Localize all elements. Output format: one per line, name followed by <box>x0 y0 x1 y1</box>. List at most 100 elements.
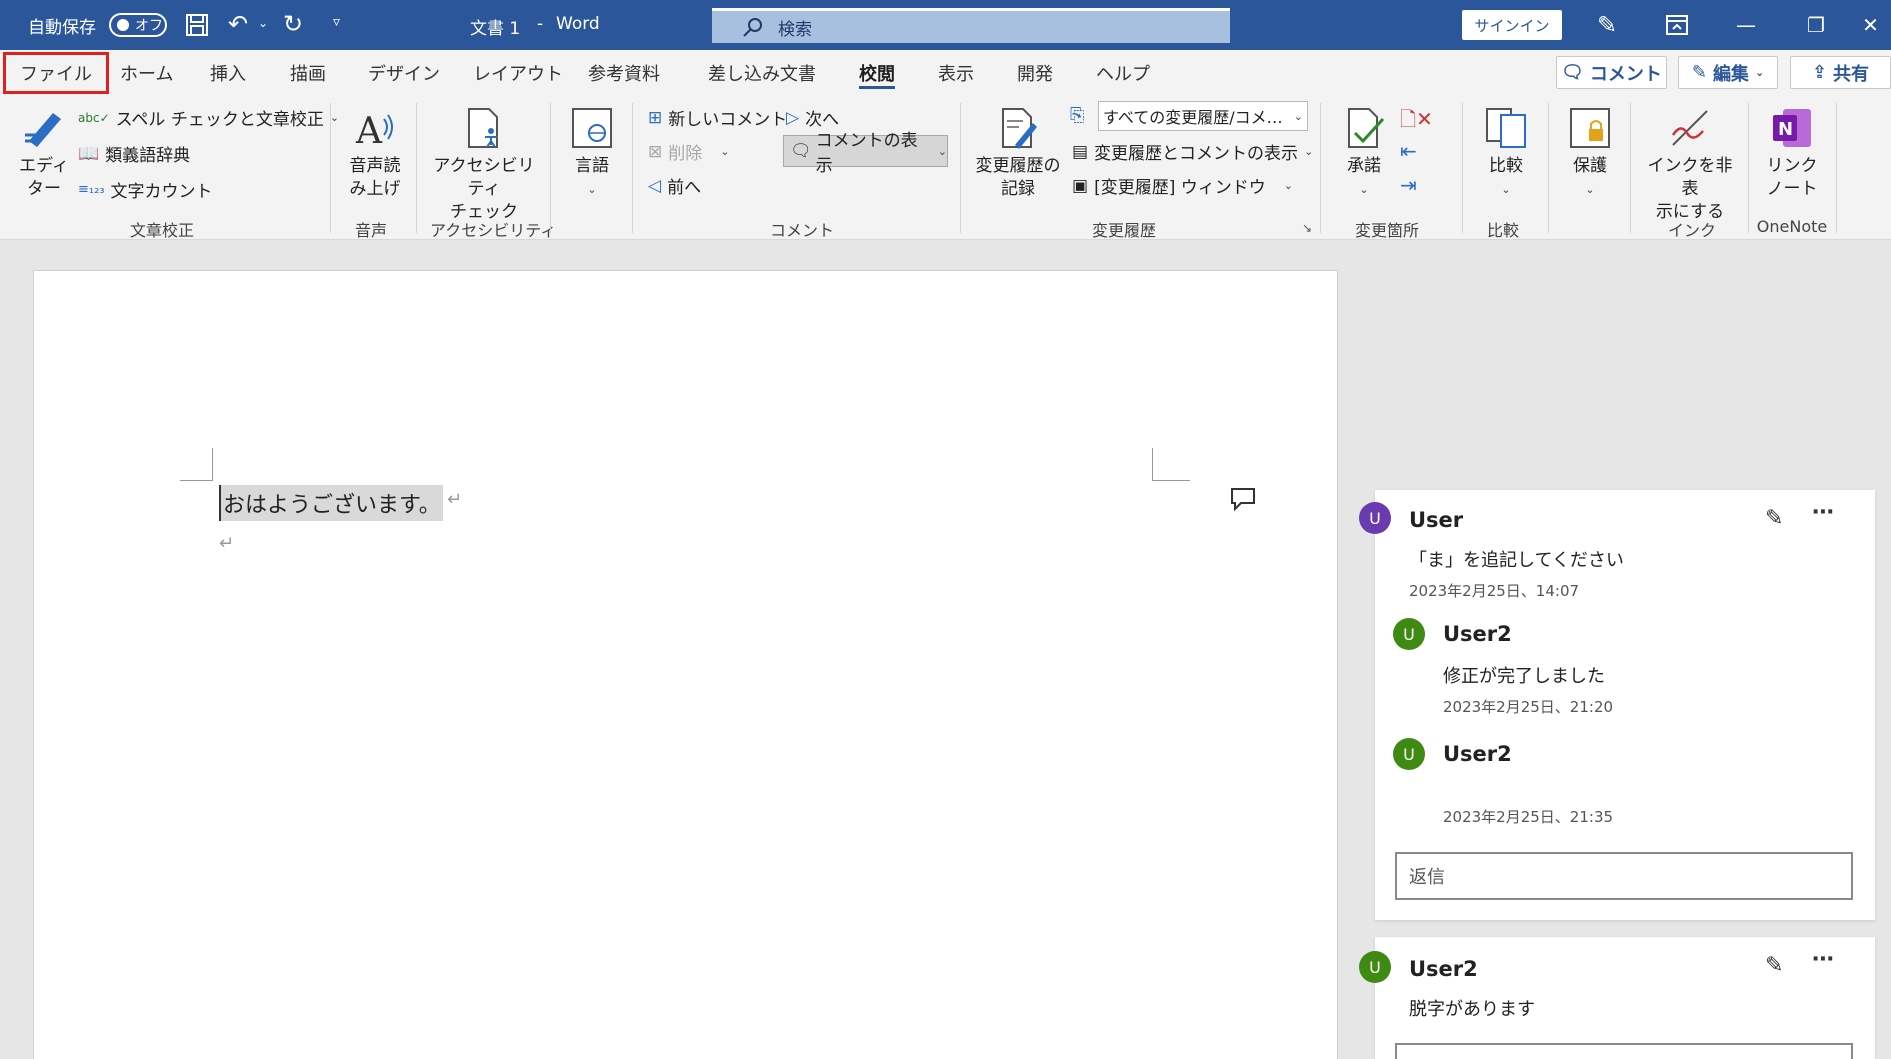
previous-comment-button[interactable]: ◁ 前へ <box>648 173 701 199</box>
tab-home[interactable]: ホーム <box>120 50 173 95</box>
reply-date: 2023年2月25日、21:35 <box>1443 808 1614 826</box>
save-icon[interactable] <box>185 13 209 37</box>
group-label-proofing: 文章校正 <box>130 221 195 240</box>
wordcount-button[interactable]: ≡₁₂₃ 文字カウント <box>78 177 213 202</box>
editing-mode-button[interactable]: ✎ 編集 ⌄ <box>1678 56 1778 89</box>
protect-button[interactable]: 保護 ⌄ <box>1558 105 1622 201</box>
group-separator <box>1320 103 1321 233</box>
compare-icon <box>1486 108 1526 148</box>
new-comment-icon: ⊞ <box>648 107 663 128</box>
tab-insert[interactable]: 挿入 <box>210 50 246 95</box>
signin-button[interactable]: サインイン <box>1462 10 1562 40</box>
chevron-down-icon: ⌄ <box>1304 145 1314 158</box>
tab-references[interactable]: 参考資料 <box>588 50 660 95</box>
group-separator <box>960 103 961 233</box>
search-box[interactable]: 検索 <box>712 8 1230 43</box>
edit-pencil-icon[interactable]: ✎ <box>1765 506 1783 531</box>
comments-button[interactable]: 🗨 コメント <box>1556 56 1667 89</box>
tab-developer[interactable]: 開発 <box>1017 50 1053 95</box>
dialog-launcher-icon[interactable]: ↘ <box>1302 221 1312 235</box>
delete-comment-label: 削除 <box>668 144 703 164</box>
compare-label: 比較 <box>1489 156 1523 176</box>
show-markup-label: 変更履歴とコメントの表示 <box>1094 144 1299 164</box>
tab-help[interactable]: ヘルプ <box>1096 50 1150 95</box>
group-separator <box>1748 103 1749 233</box>
editor-button[interactable]: エディ ター <box>14 105 74 201</box>
show-markup-icon: ▤ <box>1072 141 1089 162</box>
markup-display-select[interactable]: すべての変更履歴/コメ… ⌄ <box>1098 101 1308 131</box>
title-separator: - <box>537 14 544 34</box>
reply-input[interactable]: 返信 <box>1395 852 1853 900</box>
chevron-down-icon: ⌄ <box>1359 183 1369 196</box>
spelling-button[interactable]: abc✓ スペル チェックと文章校正 ⌄ <box>78 105 339 130</box>
undo-icon[interactable]: ↶ <box>228 10 248 38</box>
next-change-icon[interactable]: ⇥ <box>1400 173 1417 197</box>
comment-icon: 🗨 <box>1561 62 1584 83</box>
accept-icon <box>1348 108 1385 148</box>
autosave-toggle[interactable]: オフ <box>109 13 167 37</box>
accessibility-check-button[interactable]: アクセシビリティ チェック <box>428 105 540 224</box>
tab-layout[interactable]: レイアウト <box>473 50 563 95</box>
share-icon: ⇪ <box>1811 62 1828 83</box>
tab-mailings[interactable]: 差し込み文書 <box>708 50 816 95</box>
document-text[interactable]: おはようございます。 <box>219 485 443 521</box>
restore-icon[interactable]: ❐ <box>1786 0 1846 50</box>
hide-ink-button[interactable]: インクを非表 示にする <box>1640 105 1740 224</box>
more-options-icon[interactable]: ⋯ <box>1812 500 1834 525</box>
compare-button[interactable]: 比較 ⌄ <box>1474 105 1538 201</box>
tab-design[interactable]: デザイン <box>368 50 440 95</box>
comment-thread[interactable]: U User2 ✎ ⋯ 脱字があります <box>1359 937 1875 1059</box>
minimize-icon[interactable]: — <box>1716 0 1776 50</box>
reviewing-pane-button[interactable]: ▣ [変更履歴] ウィンドウ ⌄ <box>1072 173 1293 199</box>
read-aloud-button[interactable]: A 音声読 み上げ <box>342 105 408 201</box>
track-changes-icon <box>1002 108 1037 149</box>
app-name: Word <box>556 14 600 34</box>
undo-chevron-icon[interactable]: ⌄ <box>258 16 268 30</box>
share-label: 共有 <box>1833 63 1870 85</box>
document-page[interactable]: おはようございます。 ↵ ↵ <box>33 270 1338 1059</box>
tab-file[interactable]: ファイル <box>3 52 109 94</box>
track-changes-button[interactable]: 変更履歴の 記録 <box>972 105 1064 201</box>
redo-icon[interactable]: ↻ <box>283 10 303 38</box>
linked-notes-button[interactable]: N リンク ノート <box>1752 105 1832 201</box>
previous-change-icon[interactable]: ⇤ <box>1400 139 1417 163</box>
markup-display-value: すべての変更履歴/コメ… <box>1103 108 1283 127</box>
group-label-accessibility: アクセシビリティ <box>430 221 557 240</box>
new-comment-button[interactable]: ⊞ 新しいコメント <box>648 105 787 131</box>
comment-thread[interactable]: U User ✎ ⋯ 「ま」を追記してください 2023年2月25日、14:07… <box>1359 490 1875 920</box>
show-markup-button[interactable]: ▤ 変更履歴とコメントの表示 ⌄ <box>1072 139 1314 165</box>
accept-button[interactable]: 承諾 ⌄ <box>1332 105 1396 201</box>
avatar: U <box>1359 951 1391 983</box>
reply-input[interactable] <box>1395 1043 1853 1059</box>
show-comments-button[interactable]: 🗨 コメントの表示 ⌄ <box>783 131 948 176</box>
group-separator <box>1630 103 1631 233</box>
chevron-down-icon: ⌄ <box>1754 66 1765 79</box>
ribbon-display-icon[interactable] <box>1666 15 1688 35</box>
reject-icon[interactable]: 🗋✕ <box>1400 105 1433 139</box>
more-options-icon[interactable]: ⋯ <box>1812 947 1834 972</box>
editor-label-2: ター <box>27 179 61 199</box>
language-icon <box>572 108 612 148</box>
comment-icon: 🗨 <box>790 141 812 161</box>
comment-marker-icon[interactable] <box>1229 486 1257 512</box>
delete-comment-icon: ⊠ <box>648 141 663 162</box>
comment-date: 2023年2月25日、14:07 <box>1409 582 1580 600</box>
wordcount-icon: ≡₁₂₃ <box>78 182 105 197</box>
read-aloud-label-2: み上げ <box>349 179 401 199</box>
thesaurus-button[interactable]: 📖 類義語辞典 <box>78 141 190 167</box>
tab-view[interactable]: 表示 <box>938 50 974 95</box>
customize-qat-icon[interactable]: ▿ <box>333 14 340 30</box>
group-separator <box>1548 103 1549 233</box>
group-label-tracking: 変更履歴 <box>1092 221 1157 240</box>
pen-diamond-icon[interactable]: ✎ <box>1597 11 1617 39</box>
group-separator <box>1462 103 1463 233</box>
tab-draw[interactable]: 描画 <box>290 50 326 95</box>
protect-icon <box>1570 108 1610 148</box>
close-icon[interactable]: ✕ <box>1850 0 1891 50</box>
tab-review[interactable]: 校閲 <box>859 50 895 95</box>
autosave-state: オフ <box>135 18 163 34</box>
delete-comment-button[interactable]: ⊠ 削除 ⌄ <box>648 139 729 165</box>
language-button[interactable]: 言語 ⌄ <box>562 105 622 201</box>
share-button[interactable]: ⇪ 共有 <box>1790 56 1891 89</box>
edit-pencil-icon[interactable]: ✎ <box>1765 953 1783 978</box>
